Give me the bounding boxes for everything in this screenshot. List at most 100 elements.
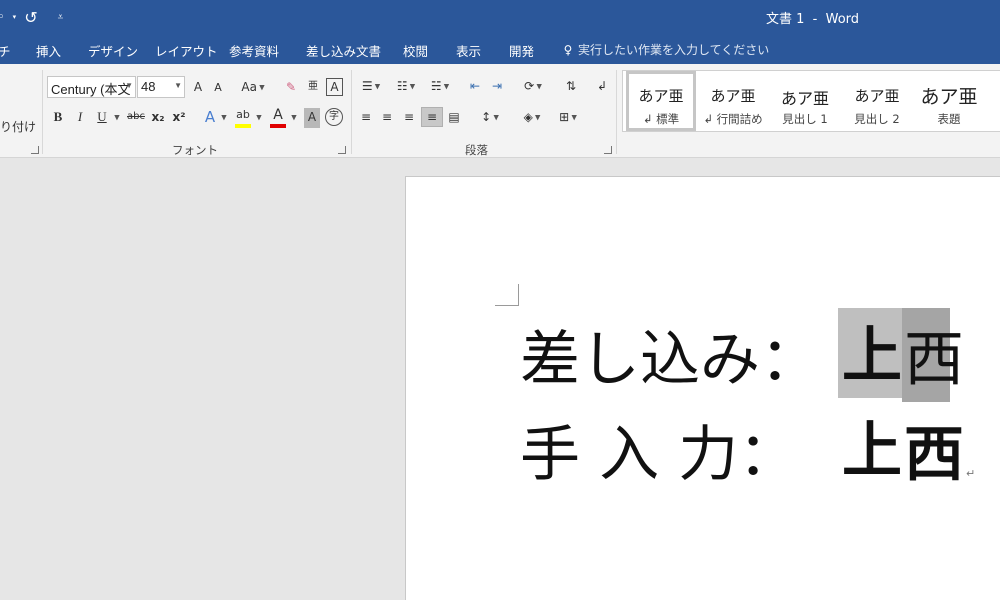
highlight-button[interactable]: ab: [234, 106, 252, 126]
align-left-icon[interactable]: ≡: [357, 108, 375, 128]
document-line-merge[interactable]: 差し込み：: [520, 327, 820, 393]
typed-kanji-west[interactable]: 西: [904, 422, 964, 488]
lightbulb-icon: ♀: [563, 42, 573, 57]
subscript-button[interactable]: x₂: [150, 108, 166, 128]
distributed-icon[interactable]: ▤: [445, 108, 463, 128]
style-sample: あア亜: [854, 87, 900, 105]
style-heading-2[interactable]: あア亜 見出し 2: [842, 71, 912, 131]
clear-formatting-icon[interactable]: ✎: [282, 78, 300, 98]
document-page[interactable]: 差し込み： 上 西 手 入 力： 上 西 ↵: [405, 176, 1000, 600]
phonetic-guide-icon[interactable]: 亜: [305, 78, 321, 98]
qat-partial-icon[interactable]: ◦: [0, 10, 5, 25]
align-right-icon[interactable]: ≡: [400, 108, 418, 128]
font-color-icon: A: [273, 107, 283, 123]
chevron-down-icon[interactable]: ▼: [289, 108, 299, 128]
bullets-button[interactable]: ☰ ▼: [356, 77, 386, 97]
borders-button[interactable]: ⊞ ▼: [553, 108, 583, 128]
typed-kanji-top[interactable]: 上: [842, 418, 902, 484]
tab-mailings[interactable]: 差し込み文書: [306, 41, 381, 60]
change-case-icon: Aa: [241, 80, 257, 94]
style-sample: あア亜: [780, 89, 829, 108]
line-spacing-button[interactable]: ↕ ▼: [476, 108, 504, 128]
underline-button[interactable]: U: [94, 108, 110, 128]
ribbon-tabs: チ 挿入 デザイン レイアウト 参考資料 差し込み文書 校閲 表示 開発 ♀ 実…: [0, 34, 1000, 64]
increase-indent-icon[interactable]: ⇥: [488, 77, 506, 97]
font-size-combo[interactable]: 48 ▼: [137, 76, 185, 98]
shrink-font-button[interactable]: A: [211, 79, 225, 99]
page-corner-mark: [495, 284, 519, 306]
paragraph-mark: ↵: [966, 467, 976, 480]
enclose-characters-button[interactable]: 字: [325, 108, 343, 126]
tab-developer[interactable]: 開発: [509, 41, 534, 60]
tab-partial[interactable]: チ: [0, 41, 11, 60]
group-separator: [616, 70, 617, 154]
document-workspace[interactable]: 差し込み： 上 西 手 入 力： 上 西 ↵: [0, 158, 1000, 600]
group-separator: [351, 70, 352, 154]
italic-button[interactable]: I: [72, 108, 88, 128]
style-name: 見出し 2: [854, 112, 900, 126]
chevron-down-icon: ▼: [174, 81, 182, 90]
chevron-down-icon: ▼: [125, 81, 133, 90]
character-shading-button[interactable]: A: [304, 108, 320, 128]
font-name-value: Century (本文: [51, 82, 131, 97]
numbering-button[interactable]: ☷ ▼: [391, 77, 421, 97]
style-name: 表題: [937, 112, 961, 126]
redo-icon[interactable]: ↺: [24, 8, 37, 27]
tab-review[interactable]: 校閲: [403, 41, 428, 60]
style-name: 見出し 1: [782, 112, 828, 126]
qat-dropdown-icon[interactable]: ▾: [13, 13, 17, 21]
font-group-label: フォント: [172, 143, 218, 157]
tab-layout[interactable]: レイアウト: [155, 41, 218, 60]
tab-references[interactable]: 参考資料: [229, 41, 279, 60]
sort-icon[interactable]: ⇅: [562, 77, 580, 97]
paste-button-label[interactable]: り付け: [0, 118, 36, 135]
show-hide-marks-icon[interactable]: ↲: [594, 77, 610, 97]
clipboard-launcher-icon[interactable]: [31, 146, 39, 154]
font-color-bar: [270, 124, 286, 128]
justify-icon[interactable]: ≡: [421, 107, 443, 127]
multilevel-list-button[interactable]: ☵ ▼: [425, 77, 455, 97]
customize-qat-icon[interactable]: ⩡: [58, 12, 64, 23]
font-name-combo[interactable]: Century (本文 ▼: [47, 76, 136, 98]
tab-insert[interactable]: 挿入: [36, 41, 61, 60]
highlighter-icon: ab: [236, 108, 250, 121]
font-size-value: 48: [141, 79, 156, 94]
style-heading-1[interactable]: あア亜 見出し 1: [770, 71, 840, 131]
style-sample: あア亜: [920, 86, 978, 108]
chevron-down-icon[interactable]: ▼: [219, 108, 229, 128]
font-launcher-icon[interactable]: [338, 146, 346, 154]
change-case-button[interactable]: Aa ▼: [238, 78, 268, 98]
tab-view[interactable]: 表示: [456, 41, 481, 60]
chevron-down-icon[interactable]: ▼: [254, 108, 264, 128]
text-effects-button[interactable]: A: [202, 108, 218, 128]
character-border-icon[interactable]: A: [326, 78, 343, 96]
paragraph-group-label: 段落: [465, 143, 488, 157]
grow-font-button[interactable]: A: [190, 78, 206, 98]
style-no-spacing[interactable]: あア亜 ↲ 行間詰め: [698, 71, 768, 131]
styles-gallery: あア亜 ↲ 標準 あア亜 ↲ 行間詰め あア亜 見出し 1 あア亜 見出し 2 …: [622, 70, 1000, 132]
grow-font-icon: A: [193, 80, 203, 94]
style-normal[interactable]: あア亜 ↲ 標準: [626, 71, 696, 131]
style-sample: あア亜: [710, 87, 756, 105]
font-color-button[interactable]: A: [270, 106, 286, 126]
group-separator: [42, 70, 43, 154]
decrease-indent-icon[interactable]: ⇤: [466, 77, 484, 97]
superscript-button[interactable]: x²: [171, 108, 187, 128]
tell-me-box[interactable]: ♀ 実行したい作業を入力してください: [562, 41, 770, 58]
document-line-manual[interactable]: 手 入 力：: [520, 422, 798, 488]
bold-button[interactable]: B: [50, 108, 66, 128]
shading-button[interactable]: ◈ ▼: [517, 108, 547, 128]
title-bar: ◦ ▾ ↺ ⩡ 文書 1 - Word: [0, 0, 1000, 34]
merged-kanji-top[interactable]: 上: [842, 323, 902, 389]
align-center-icon[interactable]: ≡: [378, 108, 396, 128]
underline-dropdown-icon[interactable]: ▼: [112, 108, 122, 128]
tab-design[interactable]: デザイン: [88, 41, 138, 60]
document-title: 文書 1 - Word: [766, 12, 860, 27]
merged-kanji-west[interactable]: 西: [904, 327, 964, 393]
style-name: ↲ 標準: [642, 112, 680, 126]
style-title[interactable]: あア亜 表題: [914, 71, 984, 131]
text-direction-button[interactable]: ⟳ ▼: [519, 77, 547, 97]
highlight-color-bar: [235, 124, 251, 128]
paragraph-launcher-icon[interactable]: [604, 146, 612, 154]
strikethrough-button[interactable]: abc: [125, 108, 147, 128]
